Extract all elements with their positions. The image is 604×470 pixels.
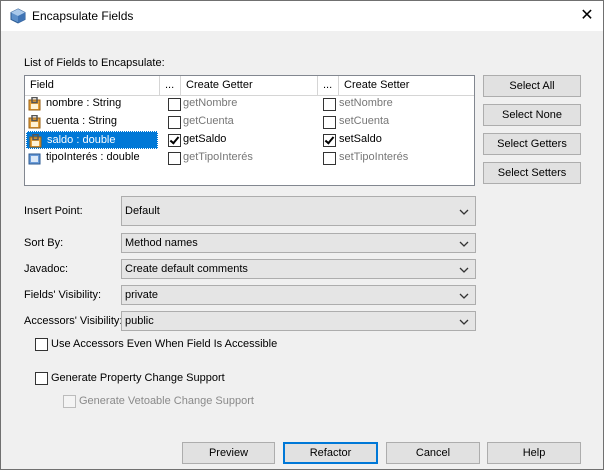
sort-by-label: Sort By: xyxy=(24,237,64,249)
field-cell[interactable]: saldo : double xyxy=(26,131,158,149)
table-header: Field ... Create Getter ... Create Sette… xyxy=(25,76,474,96)
chevron-down-icon xyxy=(459,319,469,325)
select-none-button[interactable]: Select None xyxy=(483,104,581,126)
sort-by-dropdown[interactable]: Method names xyxy=(121,233,476,253)
field-icon xyxy=(28,153,41,165)
accessors-visibility-dropdown[interactable]: public xyxy=(121,311,476,331)
field-lock-icon xyxy=(29,134,42,148)
fields-visibility-dropdown[interactable]: private xyxy=(121,285,476,305)
setter-name[interactable]: setSaldo xyxy=(339,133,382,145)
header-create-getter[interactable]: Create Getter xyxy=(186,79,253,91)
field-name: saldo : double xyxy=(47,134,116,146)
use-accessors-checkbox[interactable] xyxy=(35,338,48,351)
sort-by-value: Method names xyxy=(125,237,198,249)
vetoable-change-checkbox xyxy=(63,395,76,408)
header-field[interactable]: Field xyxy=(30,79,54,91)
column-divider xyxy=(317,76,318,95)
close-icon[interactable]: ✕ xyxy=(573,3,601,29)
getter-name[interactable]: getTipoInterés xyxy=(183,151,253,163)
setter-checkbox[interactable] xyxy=(323,152,336,165)
refactor-button[interactable]: Refactor xyxy=(283,442,378,464)
field-cell[interactable]: cuenta : String xyxy=(26,113,158,131)
property-change-label[interactable]: Generate Property Change Support xyxy=(51,372,225,384)
field-cell[interactable]: nombre : String xyxy=(26,95,158,113)
use-accessors-label[interactable]: Use Accessors Even When Field Is Accessi… xyxy=(51,338,277,350)
field-lock-icon xyxy=(28,97,41,111)
column-divider xyxy=(338,76,339,95)
chevron-down-icon xyxy=(459,209,469,215)
getter-checkbox[interactable] xyxy=(168,116,181,129)
header-setter-dots[interactable]: ... xyxy=(323,79,332,91)
setter-name[interactable]: setNombre xyxy=(339,97,393,109)
table-row[interactable]: tipoInterés : double getTipoInterés setT… xyxy=(25,149,474,167)
encapsulate-fields-dialog: Encapsulate Fields ✕ List of Fields to E… xyxy=(0,0,604,470)
getter-name[interactable]: getSaldo xyxy=(183,133,226,145)
setter-checkbox[interactable] xyxy=(323,134,336,147)
chevron-down-icon xyxy=(459,293,469,299)
column-divider xyxy=(180,76,181,95)
title-bar: Encapsulate Fields ✕ xyxy=(1,1,603,31)
header-getter-dots[interactable]: ... xyxy=(165,79,174,91)
preview-button[interactable]: Preview xyxy=(182,442,275,464)
getter-checkbox[interactable] xyxy=(168,152,181,165)
javadoc-dropdown[interactable]: Create default comments xyxy=(121,259,476,279)
table-row-selected[interactable]: saldo : double getSaldo setSaldo xyxy=(25,131,474,149)
setter-name[interactable]: setCuenta xyxy=(339,115,389,127)
accessors-visibility-label: Accessors' Visibility: xyxy=(24,315,123,327)
insert-point-label: Insert Point: xyxy=(24,205,83,217)
select-all-button[interactable]: Select All xyxy=(483,75,581,97)
property-change-checkbox[interactable] xyxy=(35,372,48,385)
chevron-down-icon xyxy=(459,241,469,247)
insert-point-value: Default xyxy=(125,205,160,217)
setter-checkbox[interactable] xyxy=(323,116,336,129)
select-setters-button[interactable]: Select Setters xyxy=(483,162,581,184)
getter-name[interactable]: getCuenta xyxy=(183,115,234,127)
insert-point-dropdown[interactable]: Default xyxy=(121,196,476,226)
field-name: cuenta : String xyxy=(46,115,117,127)
field-cell[interactable]: tipoInterés : double xyxy=(26,149,158,167)
chevron-down-icon xyxy=(459,267,469,273)
cancel-button[interactable]: Cancel xyxy=(386,442,480,464)
fields-table[interactable]: Field ... Create Getter ... Create Sette… xyxy=(24,75,475,186)
getter-checkbox[interactable] xyxy=(168,134,181,147)
select-getters-button[interactable]: Select Getters xyxy=(483,133,581,155)
setter-checkbox[interactable] xyxy=(323,98,336,111)
header-create-setter[interactable]: Create Setter xyxy=(344,79,409,91)
javadoc-value: Create default comments xyxy=(125,263,248,275)
field-name: tipoInterés : double xyxy=(46,151,140,163)
window-title: Encapsulate Fields xyxy=(32,9,134,23)
field-name: nombre : String xyxy=(46,97,122,109)
netbeans-cube-icon xyxy=(10,8,26,24)
accessors-visibility-value: public xyxy=(125,315,154,327)
table-row[interactable]: nombre : String getNombre setNombre xyxy=(25,95,474,113)
table-row[interactable]: cuenta : String getCuenta setCuenta xyxy=(25,113,474,131)
column-divider xyxy=(159,76,160,95)
fields-visibility-label: Fields' Visibility: xyxy=(24,289,102,301)
javadoc-label: Javadoc: xyxy=(24,263,69,275)
fields-visibility-value: private xyxy=(125,289,159,301)
setter-name[interactable]: setTipoInterés xyxy=(339,151,408,163)
help-button[interactable]: Help xyxy=(487,442,581,464)
fields-list-label: List of Fields to Encapsulate: xyxy=(24,57,165,69)
field-lock-icon xyxy=(28,115,41,129)
getter-checkbox[interactable] xyxy=(168,98,181,111)
vetoable-change-label: Generate Vetoable Change Support xyxy=(79,395,254,407)
getter-name[interactable]: getNombre xyxy=(183,97,237,109)
